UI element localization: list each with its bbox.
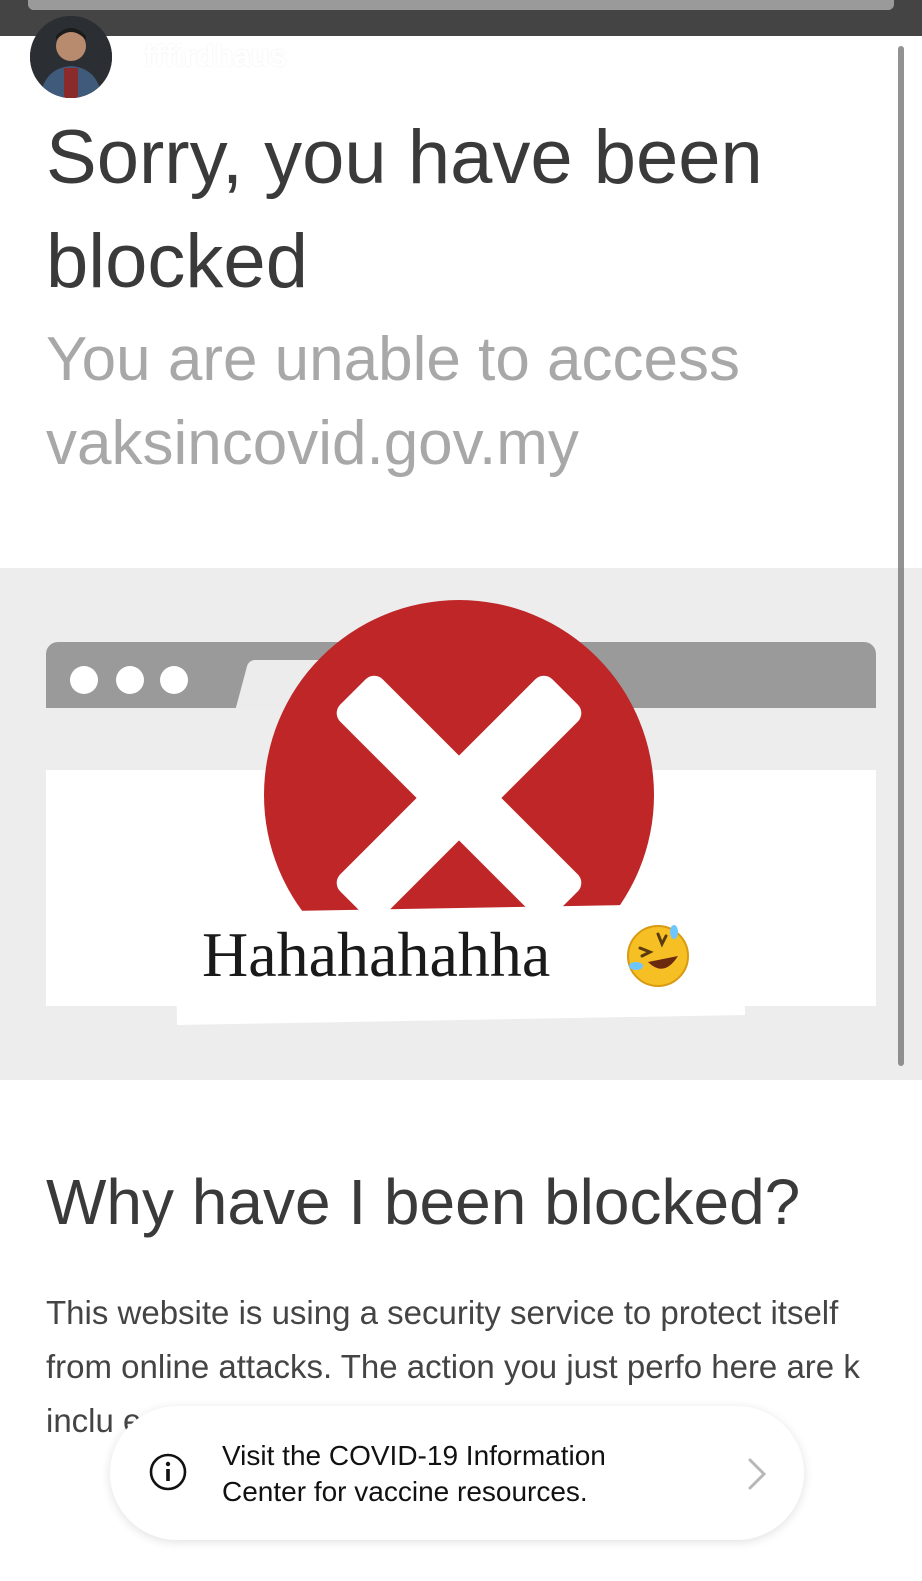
rolling-on-floor-laughing-icon bbox=[624, 922, 692, 990]
covid-info-message: Visit the COVID-19 Information Center fo… bbox=[222, 1440, 606, 1507]
story-timestamp: 4h bbox=[322, 40, 355, 72]
chevron-right-icon bbox=[744, 1456, 770, 1492]
avatar[interactable] bbox=[30, 16, 112, 98]
section-heading: Why have I been blocked? bbox=[46, 1166, 801, 1238]
story-progress-bar bbox=[28, 0, 894, 10]
browser-dot-icon bbox=[70, 666, 98, 694]
more-options-icon[interactable] bbox=[848, 36, 860, 80]
browser-dot-icon bbox=[160, 666, 188, 694]
page-scrollbar[interactable] bbox=[898, 46, 904, 1066]
story-top-bar bbox=[0, 0, 922, 36]
browser-dot-icon bbox=[116, 666, 144, 694]
page-subtitle: You are unable to access vaksincovid.gov… bbox=[46, 325, 740, 478]
page-title: Sorry, you have been blocked bbox=[46, 115, 763, 304]
info-icon bbox=[148, 1452, 188, 1492]
sticker-text: Hahahahahha bbox=[202, 919, 551, 990]
avatar-photo bbox=[30, 16, 112, 98]
story-username[interactable]: fffirdhaus bbox=[144, 38, 287, 74]
story-progress-fill bbox=[28, 0, 894, 10]
